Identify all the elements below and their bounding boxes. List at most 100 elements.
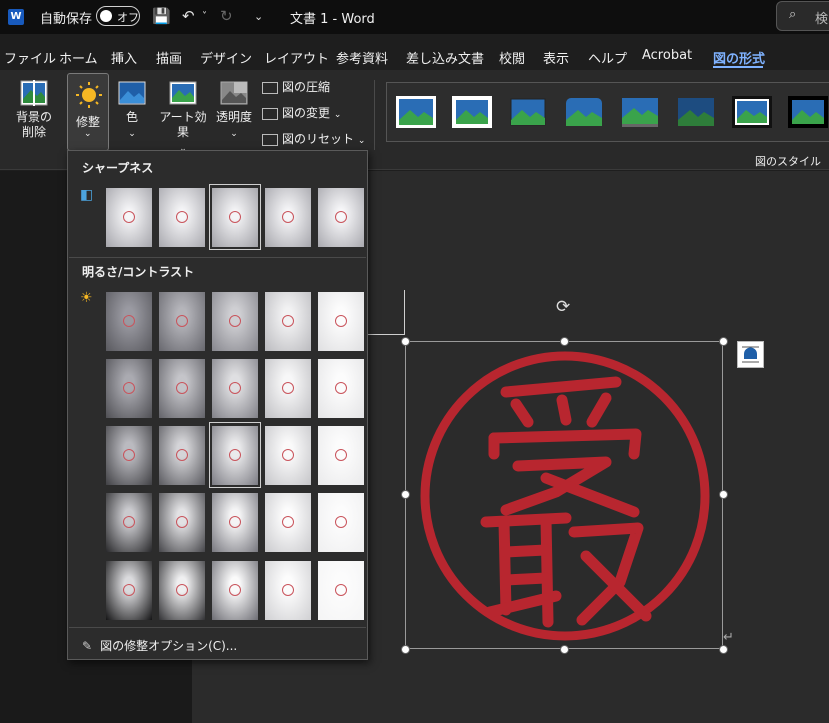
picture-style-1[interactable] xyxy=(396,96,436,128)
tab-12[interactable]: 図の形式 xyxy=(713,48,765,67)
separator xyxy=(69,627,366,628)
brightness-contrast-preset[interactable] xyxy=(159,493,205,552)
stamp-miniature xyxy=(176,382,188,394)
transparency-button[interactable]: 透明度 ⌄ xyxy=(216,80,252,142)
brightness-contrast-preset[interactable] xyxy=(318,426,364,485)
brightness-contrast-preset[interactable] xyxy=(159,292,205,351)
margin-crop-mark xyxy=(368,334,405,335)
artistic-effects-button[interactable]: アート効果 ⌄ xyxy=(154,80,212,157)
undo-icon[interactable]: ↶ xyxy=(182,7,195,25)
brightness-contrast-preset[interactable] xyxy=(212,359,258,418)
sharpness-preset[interactable] xyxy=(159,188,205,247)
resize-handle-se[interactable] xyxy=(719,645,728,654)
brightness-contrast-preset[interactable] xyxy=(318,493,364,552)
picture-style-3[interactable] xyxy=(508,96,548,128)
brightness-contrast-preset[interactable] xyxy=(212,292,258,351)
save-icon[interactable]: 💾 xyxy=(152,7,171,25)
brightness-contrast-preset[interactable] xyxy=(265,359,311,418)
tab-11[interactable]: Acrobat xyxy=(642,48,692,63)
resize-handle-n[interactable] xyxy=(560,337,569,346)
picture-style-6[interactable] xyxy=(676,96,716,128)
picture-style-4[interactable] xyxy=(564,96,604,128)
stamp-image xyxy=(420,351,710,641)
sharpness-preset[interactable] xyxy=(265,188,311,247)
stamp-miniature xyxy=(335,584,347,596)
search-box[interactable]: ⌕ 検 xyxy=(776,1,829,31)
options-icon: ✎ xyxy=(82,639,93,653)
undo-dropdown-icon[interactable]: ˅ xyxy=(202,11,207,22)
search-placeholder: 検 xyxy=(815,12,829,27)
stamp-miniature xyxy=(335,315,347,327)
brightness-contrast-preset[interactable] xyxy=(106,561,152,620)
brightness-contrast-preset[interactable] xyxy=(265,426,311,485)
brightness-contrast-preset[interactable] xyxy=(318,561,364,620)
rotate-handle-icon[interactable]: ⟳ xyxy=(556,297,570,317)
brightness-contrast-preset[interactable] xyxy=(106,426,152,485)
corrections-label: 修整 xyxy=(76,115,101,129)
stamp-miniature xyxy=(229,382,241,394)
stamp-miniature xyxy=(176,584,188,596)
resize-handle-ne[interactable] xyxy=(719,337,728,346)
tab-1[interactable]: ホーム xyxy=(59,48,98,67)
brightness-contrast-preset[interactable] xyxy=(265,292,311,351)
resize-handle-e[interactable] xyxy=(719,490,728,499)
brightness-contrast-preset[interactable] xyxy=(265,493,311,552)
tab-0[interactable]: ファイル xyxy=(4,48,56,67)
tab-3[interactable]: 描画 xyxy=(156,48,182,67)
brightness-contrast-preset[interactable] xyxy=(159,426,205,485)
stamp-miniature xyxy=(123,449,135,461)
brightness-contrast-preset[interactable] xyxy=(159,561,205,620)
picture-style-2[interactable] xyxy=(452,96,492,128)
sharpness-preset[interactable] xyxy=(106,188,152,247)
brightness-contrast-preset[interactable] xyxy=(265,561,311,620)
tab-2[interactable]: 挿入 xyxy=(111,48,137,67)
stamp-miniature xyxy=(335,211,347,223)
compress-label: 図の圧縮 xyxy=(282,80,331,94)
tab-10[interactable]: ヘルプ xyxy=(588,48,627,67)
brightness-contrast-preset[interactable] xyxy=(212,561,258,620)
brightness-contrast-preset[interactable] xyxy=(106,493,152,552)
tab-7[interactable]: 差し込み文書 xyxy=(406,48,484,67)
sharpness-preset[interactable] xyxy=(318,188,364,247)
tab-9[interactable]: 表示 xyxy=(543,48,569,67)
active-tab-underline xyxy=(713,66,763,68)
resize-handle-nw[interactable] xyxy=(401,337,410,346)
redo-icon[interactable]: ↻ xyxy=(220,7,233,25)
picture-style-8[interactable] xyxy=(788,96,828,128)
brightness-contrast-preset[interactable] xyxy=(318,292,364,351)
color-button[interactable]: 色 ⌄ xyxy=(116,80,148,142)
stamp-miniature xyxy=(123,382,135,394)
remove-background-button[interactable]: 背景の 削除 xyxy=(12,80,56,140)
resize-handle-s[interactable] xyxy=(560,645,569,654)
remove-background-label-2: 削除 xyxy=(21,125,46,139)
selected-preset-outline xyxy=(209,184,261,250)
brightness-contrast-preset[interactable] xyxy=(318,359,364,418)
picture-corrections-options-link[interactable]: ✎ 図の修整オプション(C)... xyxy=(82,637,237,654)
brightness-contrast-preset[interactable] xyxy=(106,359,152,418)
brightness-contrast-preset[interactable] xyxy=(159,359,205,418)
change-picture-button[interactable]: 図の変更 ⌄ xyxy=(262,104,341,121)
tab-8[interactable]: 校閲 xyxy=(499,48,525,67)
brightness-contrast-preset[interactable] xyxy=(212,493,258,552)
color-icon xyxy=(118,81,146,105)
selected-preset-outline xyxy=(209,422,261,488)
selected-picture[interactable] xyxy=(405,341,723,649)
compress-pictures-button[interactable]: 図の圧縮 xyxy=(262,78,330,95)
compress-icon xyxy=(262,81,278,94)
customize-toolbar-icon[interactable]: ⌄ xyxy=(254,10,263,23)
resize-handle-sw[interactable] xyxy=(401,645,410,654)
tab-6[interactable]: 参考資料 xyxy=(336,48,388,67)
picture-style-7[interactable] xyxy=(732,96,772,128)
tab-5[interactable]: レイアウト xyxy=(264,48,329,67)
brightness-contrast-preset[interactable] xyxy=(106,292,152,351)
stamp-miniature xyxy=(229,516,241,528)
layout-options-button[interactable] xyxy=(737,341,764,368)
tab-4[interactable]: デザイン xyxy=(200,48,252,67)
resize-handle-w[interactable] xyxy=(401,490,410,499)
reset-picture-button[interactable]: 図のリセット ⌄ xyxy=(262,130,365,147)
corrections-button[interactable]: 修整 ⌄ xyxy=(67,73,109,151)
chevron-down-icon: ⌄ xyxy=(128,129,136,139)
autosave-toggle[interactable]: オフ xyxy=(96,6,140,26)
layout-options-icon xyxy=(742,346,759,363)
picture-style-5[interactable] xyxy=(620,96,660,128)
